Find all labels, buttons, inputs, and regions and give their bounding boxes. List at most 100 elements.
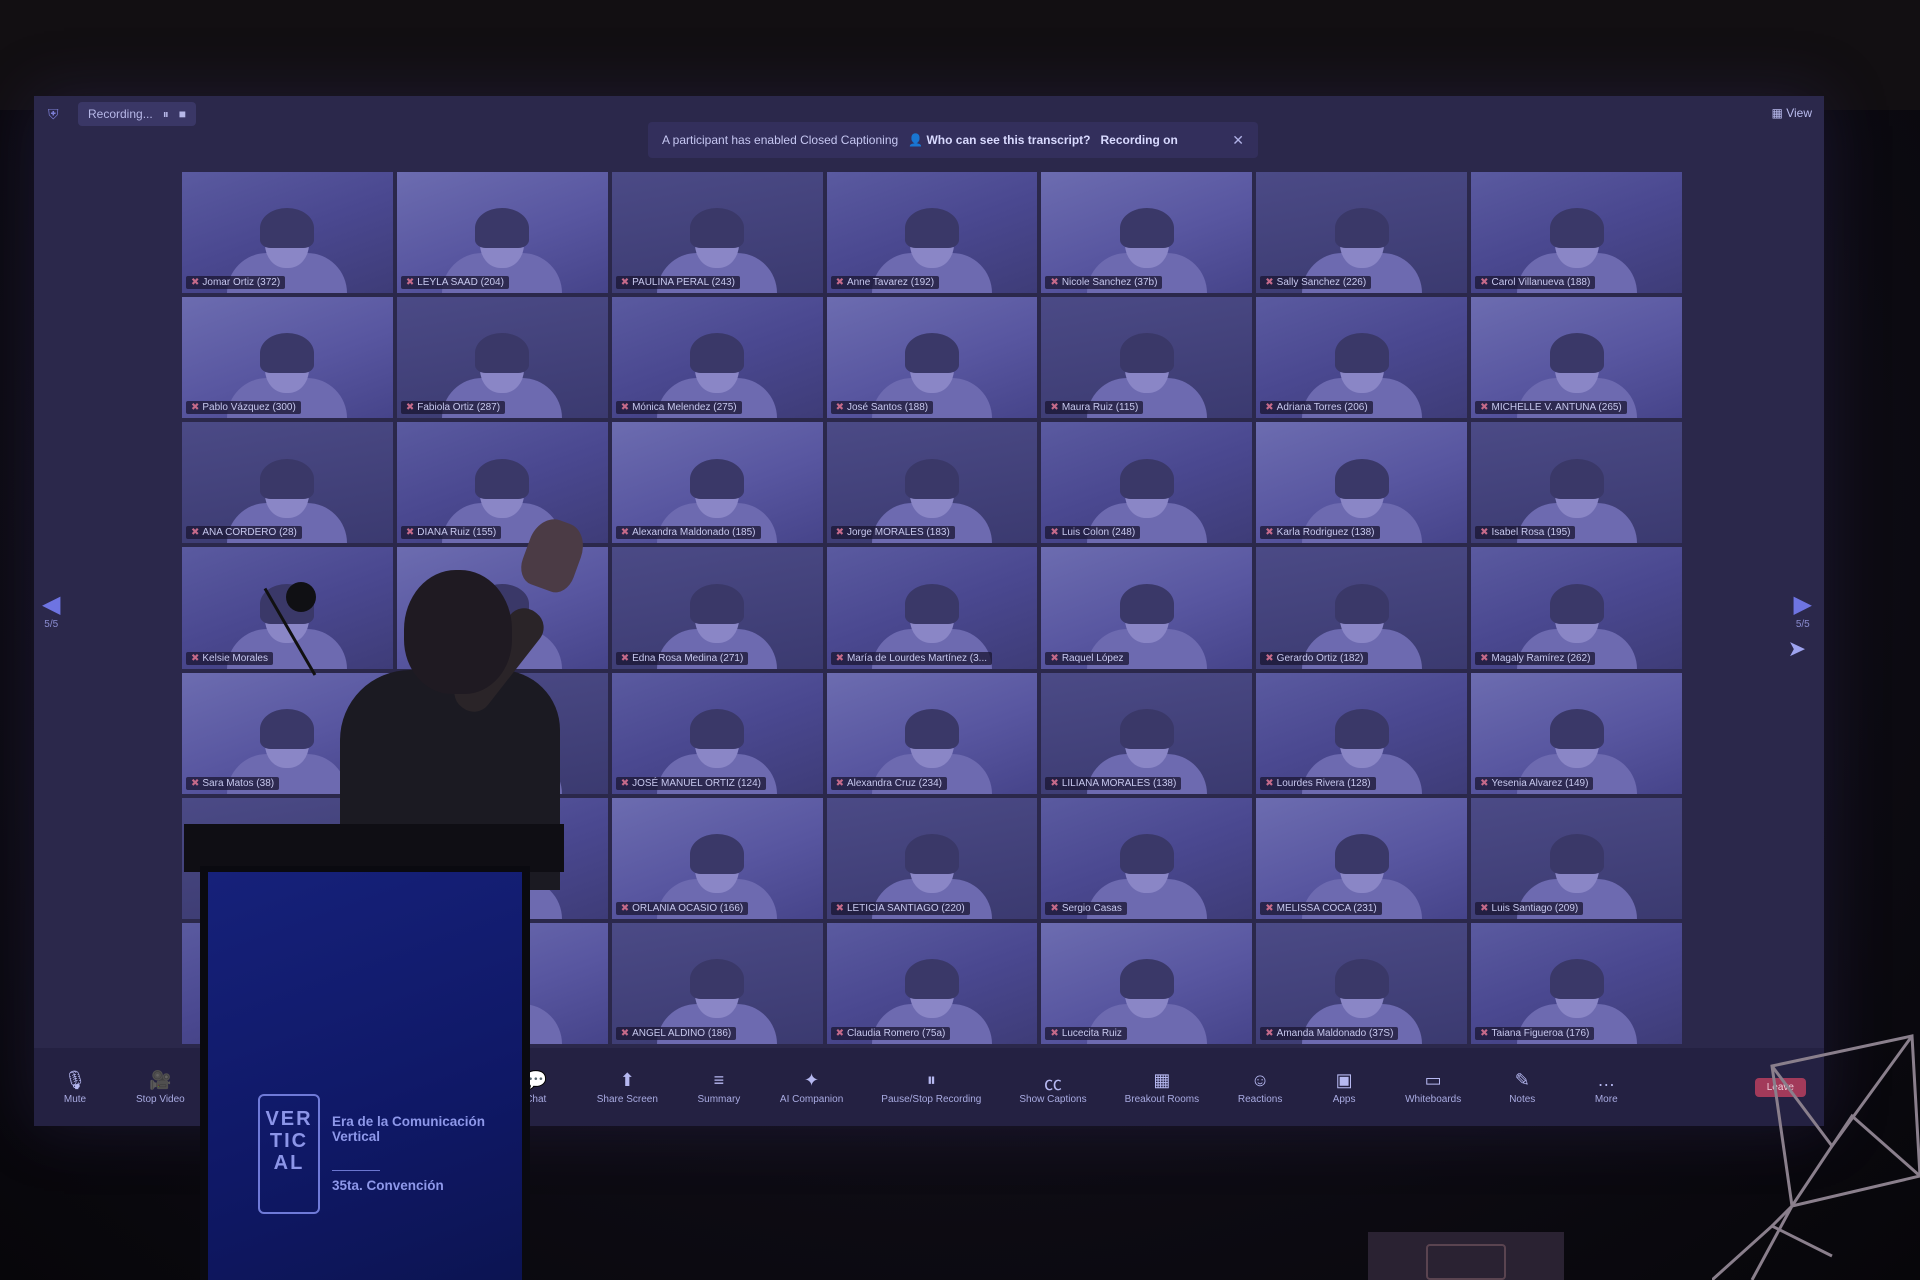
participant-name: ✖ Karla Rodriguez (138) <box>1260 526 1380 540</box>
participant-tile[interactable]: ✖ Sergio Casas <box>1041 797 1253 919</box>
participant-tile[interactable]: ✖ PAULINA PERAL (243) <box>611 172 823 294</box>
participant-name-text: Fabiola Ortiz (287) <box>417 402 501 414</box>
participant-tile[interactable]: ✖ Lucecita Ruiz <box>1041 922 1253 1044</box>
participant-name-text: DIANA Ruiz (155) <box>417 527 497 539</box>
participant-tile[interactable]: ✖ LILIANA MORALES (138) <box>1041 672 1253 794</box>
participant-name-text: Pablo Vázquez (300) <box>202 402 296 414</box>
participant-name-text: Lucecita Ruiz <box>1061 1028 1122 1039</box>
prev-page[interactable]: ◀ 5/5 <box>42 590 60 630</box>
participant-name-text: Lourdes Rivera (128) <box>1276 777 1371 789</box>
participant-tile[interactable]: ✖ Karla Rodriguez (138) <box>1256 422 1468 544</box>
toolbar-label: Reactions <box>1237 1093 1283 1105</box>
toolbar-label: AI Companion <box>779 1093 844 1105</box>
participant-tile[interactable]: ✖ Luis Santiago (209) <box>1471 797 1682 919</box>
participant-tile[interactable]: ✖ María de Lourdes Martínez (3... <box>826 547 1038 669</box>
recording-status: Recording on <box>1100 133 1178 147</box>
participant-tile[interactable]: ✖ Carol Villanueva (188) <box>1471 172 1682 294</box>
toolbar-ai-companion-button[interactable]: ✦ AI Companion <box>780 1070 843 1105</box>
participant-tile[interactable]: ✖ Alexandra Cruz (234) <box>826 672 1038 794</box>
more-icon: … <box>1597 1069 1616 1090</box>
participant-tile[interactable]: ✖ ORLANIA OCASIO (166) <box>611 797 823 919</box>
toolbar-summary-button[interactable]: ≡ Summary <box>696 1070 742 1105</box>
toolbar-mute-button[interactable]: 🎙 Mute <box>52 1070 98 1105</box>
participant-tile[interactable]: ✖ Anne Tavarez (192) <box>826 172 1038 294</box>
participant-hair <box>904 458 959 499</box>
participant-tile[interactable]: ✖ MICHELLE V. ANTUNA (265) <box>1471 297 1682 419</box>
participant-name-text: Magaly Ramírez (262) <box>1491 652 1591 664</box>
mic-muted-icon: ✖ <box>1480 527 1489 539</box>
participant-tile[interactable]: ✖ Jomar Ortiz (372) <box>182 172 393 294</box>
close-icon[interactable]: ✕ <box>1232 132 1244 149</box>
participant-tile[interactable]: ✖ Nicole Sanchez (37b) <box>1041 172 1253 294</box>
participant-tile[interactable]: ✖ Jorge MORALES (183) <box>826 422 1038 544</box>
participant-hair <box>260 208 315 249</box>
share-screen-icon: ⬆ <box>619 1069 635 1090</box>
participant-tile[interactable]: ✖ Taiana Figueroa (176) <box>1471 922 1682 1044</box>
participant-tile[interactable]: ✖ Claudia Romero (75a) <box>826 922 1038 1044</box>
mic-muted-icon: ✖ <box>191 777 200 789</box>
participant-tile[interactable]: ✖ MELISSA COCA (231) <box>1256 797 1468 919</box>
next-page[interactable]: ▶ 5/5 <box>1794 590 1812 630</box>
participant-name-text: Sally Sanchez (226) <box>1276 277 1367 289</box>
participant-tile[interactable]: ✖ Adriana Torres (206) <box>1256 297 1468 419</box>
toolbar-whiteboards-button[interactable]: ▭ Whiteboards <box>1405 1070 1461 1105</box>
participant-tile[interactable]: ✖ JOSÉ MANUEL ORTIZ (124) <box>611 672 823 794</box>
participant-tile[interactable]: ✖ LEYLA SAAD (204) <box>396 172 608 294</box>
toolbar-apps-button[interactable]: ▣ Apps <box>1321 1070 1367 1105</box>
mic-muted-icon: ✖ <box>405 402 415 414</box>
stop-icon[interactable]: ■ <box>179 107 186 121</box>
recording-indicator[interactable]: Recording... ⏸ ■ <box>78 102 196 126</box>
participant-tile[interactable]: ✖ Amanda Maldonado (37S) <box>1256 922 1468 1044</box>
participant-hair <box>690 333 745 374</box>
participant-tile[interactable]: ✖ Sally Sanchez (226) <box>1256 172 1468 294</box>
toolbar-pause-stop-recording-button[interactable]: ⏸ Pause/Stop Recording <box>881 1070 981 1105</box>
transcript-link[interactable]: 👤 Who can see this transcript? <box>908 133 1090 147</box>
toolbar-more-button[interactable]: … More <box>1583 1070 1629 1105</box>
participant-tile[interactable]: ✖ Gerardo Ortiz (182) <box>1256 547 1468 669</box>
participant-name-text: Yesenia Alvarez (149) <box>1491 777 1589 789</box>
participant-tile[interactable]: ✖ Edna Rosa Medina (271) <box>611 547 823 669</box>
participant-hair <box>1549 208 1604 249</box>
participant-name-text: José Santos (188) <box>846 402 929 414</box>
participant-tile[interactable]: ✖ Fabiola Ortiz (287) <box>396 297 608 419</box>
arrow-left-icon[interactable]: ◀ <box>42 590 60 619</box>
shield-icon[interactable]: ⛨ <box>48 106 62 122</box>
participant-tile[interactable]: ✖ Maura Ruiz (115) <box>1041 297 1253 419</box>
participant-tile[interactable]: ✖ Isabel Rosa (195) <box>1471 422 1682 544</box>
participant-tile[interactable]: ✖ Raquel López <box>1041 547 1253 669</box>
participant-name-text: Carol Villanueva (188) <box>1491 277 1591 289</box>
participant-tile[interactable]: ✖ Magaly Ramírez (262) <box>1471 547 1682 669</box>
mic-muted-icon: ✖ <box>191 277 200 289</box>
emoji-icon: ☺ <box>1250 1069 1270 1090</box>
participant-tile[interactable]: ✖ Pablo Vázquez (300) <box>182 297 393 419</box>
arrow-right-icon[interactable]: ▶ <box>1794 590 1812 619</box>
participant-tile[interactable]: ✖ Mónica Melendez (275) <box>611 297 823 419</box>
participant-hair <box>475 333 530 374</box>
participant-tile[interactable]: ✖ Alexandra Maldonado (185) <box>611 422 823 544</box>
participant-hair <box>904 959 959 1000</box>
toolbar-label: Summary <box>697 1093 741 1105</box>
view-button[interactable]: ▦ View <box>1772 106 1812 120</box>
toolbar-breakout-rooms-button[interactable]: ▦ Breakout Rooms <box>1125 1070 1199 1105</box>
participant-tile[interactable]: ✖ Luis Colon (248) <box>1041 422 1253 544</box>
participant-tile[interactable]: ✖ ANA CORDERO (28) <box>182 422 393 544</box>
wire-chair <box>1712 1034 1920 1280</box>
toolbar-show-captions-button[interactable]: ㏄ Show Captions <box>1019 1070 1086 1105</box>
toolbar-share-screen-button[interactable]: ⬆ Share Screen <box>597 1070 658 1105</box>
vertical-logo: VER TIC AL <box>265 1108 313 1174</box>
pause-icon[interactable]: ⏸ <box>163 107 169 122</box>
participant-tile[interactable]: ✖ Yesenia Alvarez (149) <box>1471 672 1682 794</box>
toolbar-notes-button[interactable]: ✎ Notes <box>1499 1070 1545 1105</box>
participant-hair <box>475 458 530 499</box>
participant-name: ✖ Carol Villanueva (188) <box>1475 276 1596 290</box>
participant-tile[interactable]: ✖ LETICIA SANTIAGO (220) <box>826 797 1038 919</box>
participant-tile[interactable]: ✖ José Santos (188) <box>826 297 1038 419</box>
page-indicator-right: 5/5 <box>1795 619 1810 630</box>
participant-tile[interactable]: ✖ Lourdes Rivera (128) <box>1256 672 1468 794</box>
participant-hair <box>1334 959 1389 1000</box>
toolbar-reactions-button[interactable]: ☺ Reactions <box>1237 1070 1283 1105</box>
toolbar-stop-video-button[interactable]: 🎥 Stop Video <box>136 1070 185 1105</box>
participant-tile[interactable]: ✖ DIANA Ruiz (155) <box>396 422 608 544</box>
participant-name-text: Adriana Torres (206) <box>1276 402 1368 414</box>
participant-tile[interactable]: ✖ ANGEL ALDINO (186) <box>611 922 823 1044</box>
